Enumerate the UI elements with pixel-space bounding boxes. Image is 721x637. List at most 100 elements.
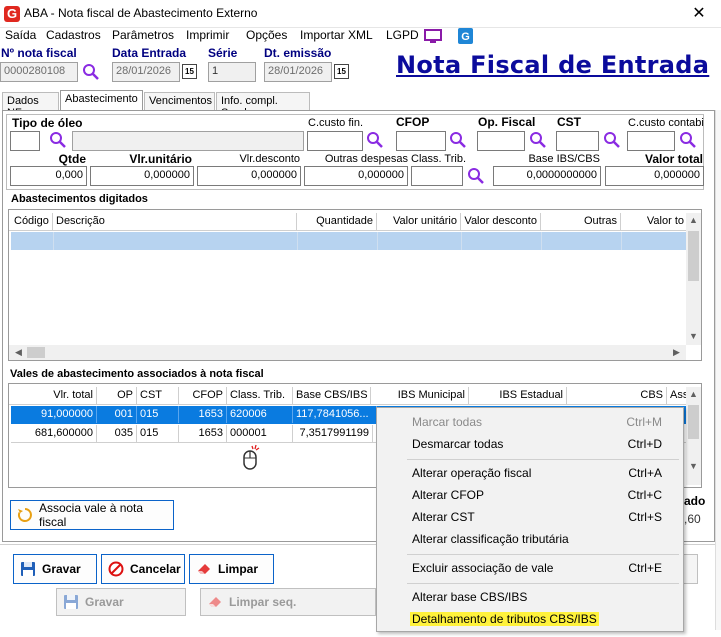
app-logo-icon[interactable]: G [458,28,473,44]
column-header[interactable]: CST [137,387,179,405]
table-row[interactable] [11,232,687,250]
vlr-desconto-field[interactable]: 0,000000 [197,166,301,186]
scroll-thumb[interactable] [27,347,45,358]
scroll-right-icon[interactable]: ▶ [669,347,684,358]
column-header[interactable]: Class. Trib. [227,387,293,405]
column-header[interactable]: IBS Municipal [371,387,469,405]
calendar-icon[interactable]: 15 [182,64,197,79]
cell-cfop: 1653 [179,406,227,423]
serie-label: Série [208,46,238,60]
monitor-icon[interactable] [424,29,442,44]
tipo-oleo-code-field[interactable] [10,131,40,151]
search-icon[interactable] [529,131,547,149]
associa-vale-button[interactable]: Associa vale à nota fiscal [10,500,174,530]
gravar-button[interactable]: Gravar [13,554,97,584]
nota-field[interactable]: 0000280108 [0,62,78,82]
menu-parametros[interactable]: Parâmetros [112,28,174,42]
dt-emissao-field[interactable]: 28/01/2026 [264,62,332,82]
column-header[interactable]: Vlr. total [11,387,97,405]
cell-cst: 015 [137,406,179,423]
scroll-thumb[interactable] [688,231,699,281]
menu-importar-xml[interactable]: Importar XML [300,28,373,42]
horizontal-scrollbar[interactable]: ◀ ▶ [9,345,686,360]
search-icon[interactable] [82,63,100,81]
vlr-unitario-field[interactable]: 0,000000 [90,166,194,186]
base-ibs-field[interactable]: 0,0000000000 [493,166,601,186]
vertical-scrollbar[interactable]: ▲ ▼ [686,387,701,485]
tab-info-compl-sped[interactable]: Info. compl. Sped [216,92,310,119]
scroll-up-icon[interactable]: ▲ [686,215,701,225]
menu-item-alterar-cst[interactable]: Alterar CST Ctrl+S [378,507,682,528]
column-header[interactable]: Valor to [621,213,687,231]
column-header[interactable]: Quantidade [297,213,377,231]
tab-dados-nf[interactable]: Dados NF [2,92,59,119]
ccusto-contabil-field[interactable] [627,131,675,151]
valor-total-field[interactable]: 0,000000 [605,166,704,186]
search-icon[interactable] [467,167,485,185]
column-header[interactable]: CBS [567,387,667,405]
menu-item-alterar-cfop[interactable]: Alterar CFOP Ctrl+C [378,485,682,506]
tab-abastecimento[interactable]: Abastecimento [60,90,143,111]
search-icon[interactable] [449,131,467,149]
search-icon[interactable] [366,131,384,149]
menu-item-marcar-todas[interactable]: Marcar todas Ctrl+M [378,412,682,433]
cancelar-button[interactable]: Cancelar [101,554,185,584]
column-header[interactable]: Descrição [53,213,297,231]
cfop-field[interactable] [396,131,446,151]
column-header[interactable]: Base CBS/IBS [293,387,371,405]
column-header[interactable]: Código [11,213,53,231]
qtde-field[interactable]: 0,000 [10,166,87,186]
scroll-down-icon[interactable]: ▼ [686,331,701,341]
limpar-button[interactable]: Limpar [189,554,274,584]
column-header[interactable]: IBS Estadual [469,387,567,405]
floppy-disk-icon [64,595,78,609]
tab-vencimentos[interactable]: Vencimentos [144,92,215,110]
menu-item-alterar-operacao-fiscal[interactable]: Alterar operação fiscal Ctrl+A [378,463,682,484]
scroll-up-icon[interactable]: ▲ [686,389,701,399]
ccusto-fin-field[interactable] [307,131,363,151]
op-fiscal-field[interactable] [477,131,525,151]
cell-op: 035 [97,425,137,442]
title-bar: G ABA - Nota fiscal de Abastecimento Ext… [0,0,721,28]
close-icon[interactable]: ✕ [688,3,710,23]
menu-cadastros[interactable]: Cadastros [46,28,101,42]
column-header[interactable]: CFOP [179,387,227,405]
menu-item-alterar-classificacao-tributaria[interactable]: Alterar classificação tributária [378,529,682,550]
tipo-oleo-desc-field [72,131,304,151]
scroll-left-icon[interactable]: ◀ [11,347,26,358]
vertical-scrollbar[interactable]: ▲ ▼ [686,213,701,345]
base-ibs-label: Base IBS/CBS [528,153,600,165]
outras-despesas-field[interactable]: 0,000000 [304,166,408,186]
abastecimentos-grid-header: Código Descrição Quantidade Valor unitár… [9,213,701,231]
menu-item-excluir-associacao-vale[interactable]: Excluir associação de vale Ctrl+E [378,558,682,579]
menu-saida[interactable]: Saída [5,28,36,42]
calendar-icon[interactable]: 15 [334,64,349,79]
limpar-seq-button[interactable]: Limpar seq. [200,588,376,616]
data-entrada-field[interactable]: 28/01/2026 [112,62,180,82]
menu-opcoes[interactable]: Opções [246,28,287,42]
column-header[interactable]: Valor unitário [377,213,461,231]
column-header[interactable]: Ass [667,387,687,405]
scroll-thumb[interactable] [688,405,699,439]
menu-item-desmarcar-todas[interactable]: Desmarcar todas Ctrl+D [378,434,682,455]
search-icon[interactable] [679,131,697,149]
column-header[interactable]: Valor desconto [461,213,541,231]
menu-lgpd[interactable]: LGPD [386,28,419,42]
search-icon[interactable] [603,131,621,149]
associa-vale-label: Associa vale à nota fiscal [39,501,144,529]
data-entrada-label: Data Entrada [112,46,187,60]
partial-label: ado [684,494,706,508]
menu-item-alterar-base-cbs-ibs[interactable]: Alterar base CBS/IBS [378,587,682,608]
column-header[interactable]: Outras [541,213,621,231]
class-trib-field[interactable] [411,166,463,186]
column-header[interactable]: OP [97,387,137,405]
abastecimentos-grid[interactable]: Código Descrição Quantidade Valor unitár… [8,209,702,361]
scroll-down-icon[interactable]: ▼ [686,461,701,471]
gravar-secondary-button[interactable]: Gravar [56,588,186,616]
serie-field[interactable]: 1 [208,62,256,82]
search-icon[interactable] [49,131,67,149]
menu-imprimir[interactable]: Imprimir [186,28,229,42]
cst-field[interactable] [556,131,599,151]
menu-item-detalhamento-tributos[interactable]: Detalhamento de tributos CBS/IBS [378,609,682,630]
cell-class-trib: 620006 [227,406,293,423]
